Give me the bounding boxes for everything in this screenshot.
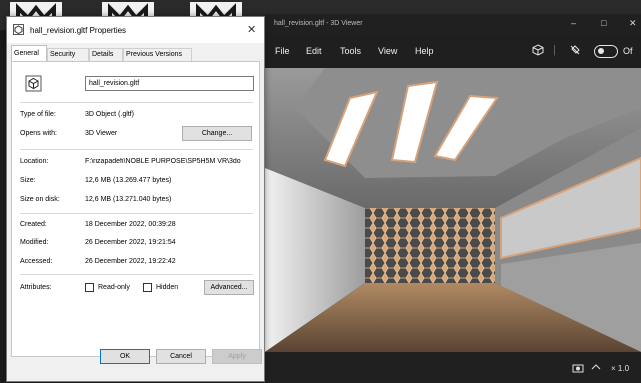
menu-view[interactable]: View [378,46,397,56]
viewer-menu-bar: File Edit Tools View Help | Of [265,36,641,68]
divider [20,213,253,214]
dialog-title-bar: hall_revision.gltf Properties ✕ [7,17,264,43]
viewport-3d[interactable] [265,68,641,352]
file-icon [13,24,24,35]
lighting-icon[interactable] [569,44,581,59]
readonly-checkbox[interactable] [85,283,94,292]
advanced-button[interactable]: Advanced... [204,280,254,295]
created-label: Created: [20,221,47,228]
type-value: 3D Object (.gltf) [85,111,135,118]
divider [20,102,253,103]
viewer-status-bar: × 1.0 [265,352,641,383]
viewer-title-bar: hall_revision.gltf - 3D Viewer – □ ✕ [265,14,641,36]
zoom-level: × 1.0 [611,364,630,373]
chevron-up-icon[interactable] [591,363,601,373]
size-on-disk-label: Size on disk: [20,196,60,203]
accessed-value: 26 December 2022, 19:22:42 [85,258,176,265]
ok-button[interactable]: OK [100,349,150,364]
minimize-button[interactable]: – [571,18,576,28]
camera-icon[interactable] [572,363,584,375]
menu-help[interactable]: Help [415,46,434,56]
created-value: 18 December 2022, 00:39:28 [85,221,176,228]
close-icon[interactable]: ✕ [247,23,256,36]
tab-strip: General Security Details Previous Versio… [7,45,264,62]
modified-label: Modified: [20,239,49,246]
location-value: F:\rizapadefi\NOBLE PURPOSE\SP5H5M VR\3d… [85,158,241,165]
toggle-knob [598,48,604,54]
menu-edit[interactable]: Edit [306,46,322,56]
attributes-label: Attributes: [20,284,52,291]
file-name-input[interactable]: hall_revision.gltf [85,76,254,91]
size-label: Size: [20,177,36,184]
properties-dialog: hall_revision.gltf Properties ✕ General … [6,16,265,382]
location-label: Location: [20,158,49,165]
tab-general[interactable]: General [11,45,47,62]
type-label: Type of file: [20,111,56,118]
size-value: 12,6 MB (13.269.477 bytes) [85,177,172,184]
size-on-disk-value: 12,6 MB (13.271.040 bytes) [85,196,172,203]
tab-previous-versions[interactable]: Previous Versions [123,48,192,61]
opens-with-label: Opens with: [20,130,57,137]
change-button[interactable]: Change... [182,126,252,141]
modified-value: 26 December 2022, 19:21:54 [85,239,176,246]
general-panel: hall_revision.gltf Type of file: 3D Obje… [11,61,260,357]
viewer-title: hall_revision.gltf - 3D Viewer [274,20,363,27]
gltf-file-icon [25,75,42,92]
menu-tools[interactable]: Tools [340,46,361,56]
toolbar-divider: | [553,44,556,56]
menu-file[interactable]: File [275,46,290,56]
opens-with-value: 3D Viewer [85,130,118,137]
divider [20,274,253,275]
divider [20,149,253,150]
toggle-label: Of [623,46,633,56]
tab-details[interactable]: Details [89,48,123,61]
accessed-label: Accessed: [20,258,53,265]
maximize-button[interactable]: □ [601,18,606,28]
grid-toggle[interactable] [594,45,618,58]
dialog-title: hall_revision.gltf Properties [30,26,127,35]
hidden-checkbox[interactable] [143,283,152,292]
cancel-button[interactable]: Cancel [156,349,206,364]
apply-button[interactable]: Apply [212,349,262,364]
viewer-window: hall_revision.gltf - 3D Viewer – □ ✕ Fil… [265,14,641,383]
close-button[interactable]: ✕ [629,18,637,29]
readonly-label[interactable]: Read-only [98,284,130,291]
hidden-label[interactable]: Hidden [156,284,178,291]
cube-icon[interactable] [532,44,544,59]
tab-security[interactable]: Security [47,48,89,61]
